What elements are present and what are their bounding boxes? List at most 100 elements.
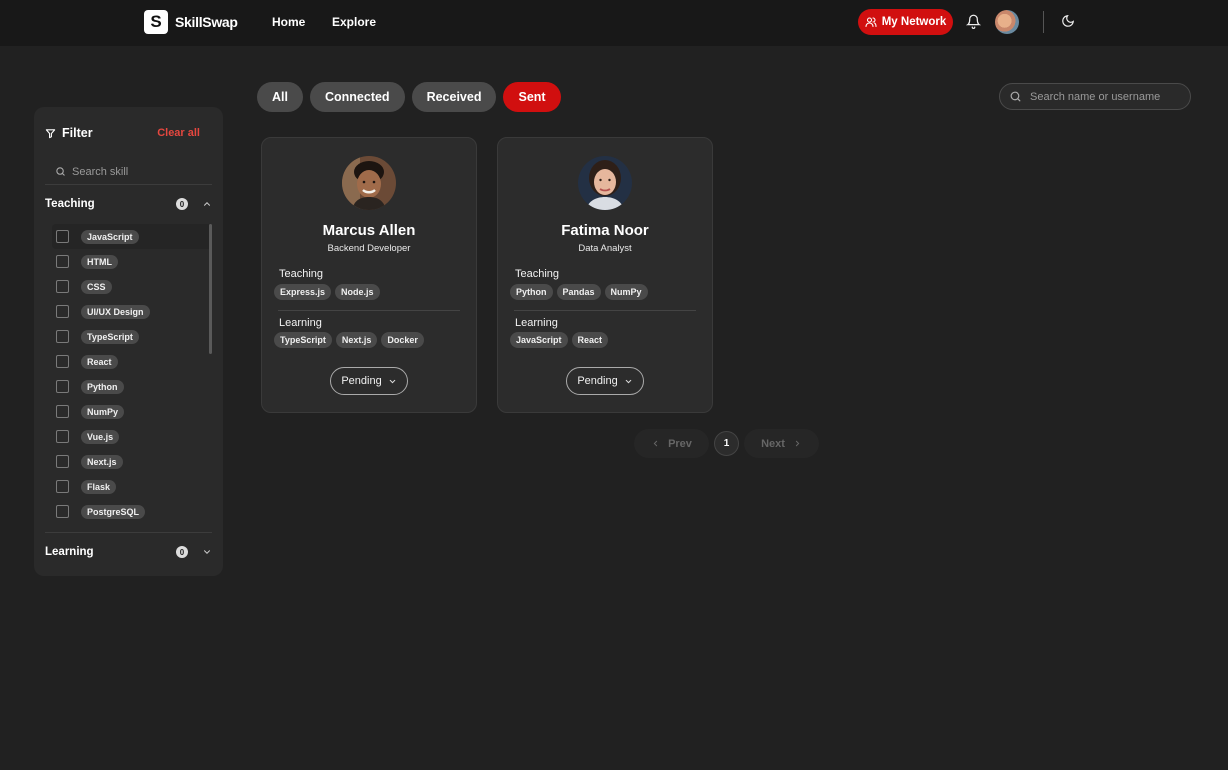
tab-sent[interactable]: Sent xyxy=(503,82,561,112)
logo-mark-icon: S xyxy=(144,10,168,34)
filter-title: Filter xyxy=(62,126,93,140)
teaching-count-badge: 0 xyxy=(176,198,188,210)
chevron-right-icon xyxy=(795,440,800,447)
skill-checkbox[interactable] xyxy=(56,330,69,343)
skill-list-scrollbar[interactable] xyxy=(209,224,212,354)
skill-option-react[interactable]: React xyxy=(52,349,212,374)
nav-divider xyxy=(1043,11,1044,33)
skill-checkbox[interactable] xyxy=(56,455,69,468)
bell-icon[interactable] xyxy=(966,14,981,29)
pending-status-dropdown[interactable]: Pending xyxy=(330,367,408,395)
tab-connected[interactable]: Connected xyxy=(309,82,405,112)
skill-chip: React xyxy=(571,332,609,348)
skill-chip: Next.js xyxy=(335,332,378,348)
learning-chips: JavaScript React xyxy=(510,332,609,348)
learning-section-toggle[interactable]: Learning 0 xyxy=(45,546,212,558)
pending-label: Pending xyxy=(577,375,618,387)
top-navbar: S SkillSwap Home Explore My Network xyxy=(0,0,1228,46)
skill-chip: NumPy xyxy=(81,404,125,419)
next-page-button[interactable]: Next xyxy=(744,429,819,458)
card-user-role: Backend Developer xyxy=(327,243,411,254)
skill-option-html[interactable]: HTML xyxy=(52,249,212,274)
skill-checkbox[interactable] xyxy=(56,230,69,243)
skill-search-input[interactable]: Search skill xyxy=(45,159,212,185)
skill-option-python[interactable]: Python xyxy=(52,374,212,399)
skill-chip: JavaScript xyxy=(510,332,568,348)
skill-chip: TypeScript xyxy=(81,329,139,344)
skill-search-placeholder: Search skill xyxy=(72,165,129,178)
sidebar-divider xyxy=(45,532,212,533)
next-label: Next xyxy=(761,437,785,450)
teaching-skill-list: JavaScript HTML CSS UI/UX Design TypeScr… xyxy=(52,224,212,524)
skill-chip: HTML xyxy=(81,254,118,269)
page-number-current[interactable]: 1 xyxy=(714,431,739,456)
chevron-left-icon xyxy=(653,440,658,447)
skill-chip: React xyxy=(81,354,118,369)
skill-checkbox[interactable] xyxy=(56,280,69,293)
user-card[interactable]: Marcus Allen Backend Developer Teaching … xyxy=(261,137,477,413)
skill-chip: JavaScript xyxy=(81,229,139,244)
nav-link-explore[interactable]: Explore xyxy=(332,15,376,29)
skill-option-vuejs[interactable]: Vue.js xyxy=(52,424,212,449)
skill-option-css[interactable]: CSS xyxy=(52,274,212,299)
skill-chip: Vue.js xyxy=(81,429,120,444)
search-icon xyxy=(56,167,65,176)
skill-option-uiux-design[interactable]: UI/UX Design xyxy=(52,299,212,324)
filter-heading: Filter xyxy=(45,126,93,140)
filter-sidebar: Filter Clear all Search skill Teaching 0… xyxy=(34,107,223,576)
skill-checkbox[interactable] xyxy=(56,380,69,393)
skill-option-postgresql[interactable]: PostgreSQL xyxy=(52,499,212,524)
skill-chip: NumPy xyxy=(604,284,648,300)
user-avatar[interactable] xyxy=(995,10,1019,34)
avatar xyxy=(578,156,632,210)
skill-chip: Pandas xyxy=(556,284,601,300)
skill-checkbox[interactable] xyxy=(56,355,69,368)
skill-chip: TypeScript xyxy=(274,332,332,348)
nav-link-home[interactable]: Home xyxy=(272,15,305,29)
skill-chip: Express.js xyxy=(274,284,332,300)
card-user-name: Marcus Allen xyxy=(322,222,416,239)
skill-option-flask[interactable]: Flask xyxy=(52,474,212,499)
moon-icon[interactable] xyxy=(1061,14,1075,28)
pagination: Prev 1 Next xyxy=(634,429,819,458)
skill-option-nextjs[interactable]: Next.js xyxy=(52,449,212,474)
skill-chip: PostgreSQL xyxy=(81,504,146,519)
skill-option-javascript[interactable]: JavaScript xyxy=(52,224,212,249)
learning-count-badge: 0 xyxy=(176,546,188,558)
chevron-down-icon xyxy=(389,379,395,383)
teaching-label: Teaching xyxy=(279,268,324,280)
pending-status-dropdown[interactable]: Pending xyxy=(566,367,644,395)
skill-option-numpy[interactable]: NumPy xyxy=(52,399,212,424)
prev-page-button[interactable]: Prev xyxy=(634,429,709,458)
my-network-label: My Network xyxy=(881,16,947,28)
user-search-input[interactable]: Search name or username xyxy=(999,83,1191,110)
tab-received[interactable]: Received xyxy=(411,82,497,112)
skill-checkbox[interactable] xyxy=(56,505,69,518)
teaching-section-toggle[interactable]: Teaching 0 xyxy=(45,198,212,210)
clear-all-link[interactable]: Clear all xyxy=(157,127,200,139)
brand-logo[interactable]: S SkillSwap xyxy=(144,10,238,34)
skill-option-typescript[interactable]: TypeScript xyxy=(52,324,212,349)
chevron-down-icon xyxy=(204,550,210,554)
skill-chip: Flask xyxy=(81,479,117,494)
skill-chip: UI/UX Design xyxy=(81,304,150,319)
skill-chip: Node.js xyxy=(335,284,380,300)
skill-checkbox[interactable] xyxy=(56,430,69,443)
skill-checkbox[interactable] xyxy=(56,255,69,268)
card-divider xyxy=(514,310,696,311)
teaching-label: Teaching xyxy=(515,268,560,280)
skill-chip: Next.js xyxy=(81,454,123,469)
user-card[interactable]: Fatima Noor Data Analyst Teaching Python… xyxy=(497,137,713,413)
learning-label: Learning xyxy=(279,317,322,329)
skill-checkbox[interactable] xyxy=(56,305,69,318)
skill-chip: Python xyxy=(81,379,124,394)
teaching-chips: Express.js Node.js xyxy=(274,284,380,300)
skill-checkbox[interactable] xyxy=(56,405,69,418)
my-network-button[interactable]: My Network xyxy=(858,9,953,35)
skill-checkbox[interactable] xyxy=(56,480,69,493)
tab-all[interactable]: All xyxy=(257,82,303,112)
skill-chip: Python xyxy=(510,284,553,300)
filter-icon xyxy=(45,128,56,138)
chevron-down-icon xyxy=(625,379,631,383)
teaching-section-label: Teaching xyxy=(45,198,95,210)
